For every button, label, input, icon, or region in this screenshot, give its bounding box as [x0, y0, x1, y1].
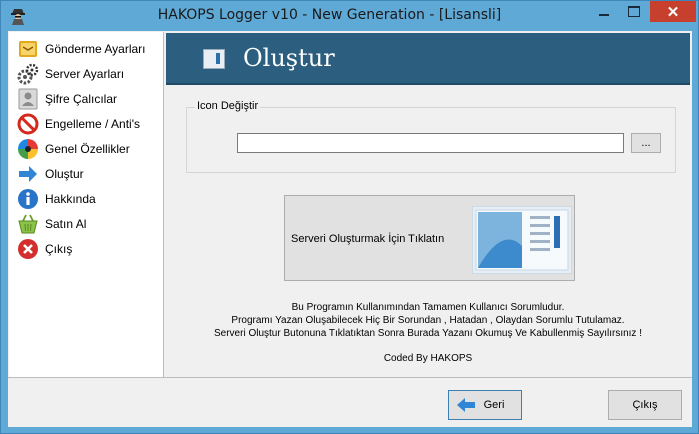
icon-path-input[interactable] [237, 133, 624, 153]
info-icon [18, 189, 38, 209]
title-bar[interactable]: HAKOPS Logger v10 - New Generation - [Li… [1, 1, 698, 31]
sidebar-item-label: Engelleme / Anti's [45, 117, 141, 131]
sidebar-item-label: Oluştur [45, 167, 84, 181]
icon-change-label: Icon Değiştir [195, 100, 261, 112]
sidebar-item-server-settings[interactable]: Server Ayarları [17, 62, 124, 86]
create-server-button[interactable]: Serveri Oluşturmak İçin Tıklatın [284, 195, 575, 281]
server-window-icon [472, 206, 572, 274]
create-server-label: Serveri Oluşturmak İçin Tıklatın [291, 233, 445, 245]
sidebar-item-blocking-anti[interactable]: Engelleme / Anti's [17, 112, 140, 136]
page-header: Oluştur [166, 33, 690, 85]
sidebar-item-label: Şifre Çalıcılar [45, 92, 118, 106]
disclaimer-line: Bu Programın Kullanımından Tamamen Kulla… [291, 302, 565, 313]
color-wheel-icon [18, 139, 38, 159]
sidebar-item-buy[interactable]: Satın Al [17, 212, 86, 236]
back-button[interactable]: Geri [448, 390, 522, 420]
send-settings-icon [19, 41, 37, 57]
sidebar-item-create[interactable]: Oluştur [17, 162, 84, 186]
browse-button[interactable]: ... [631, 133, 661, 153]
sidebar-item-label: Hakkında [45, 192, 96, 206]
gears-icon [17, 63, 39, 85]
create-page-icon [203, 49, 225, 69]
exit-button[interactable]: Çıkış [608, 390, 682, 420]
sidebar-item-label: Çıkış [45, 242, 73, 256]
credits-text: Coded By HAKOPS [383, 353, 473, 364]
disclaimer-text: Bu Programın Kullanımından Tamamen Kulla… [166, 301, 690, 340]
close-button[interactable]: ✕ [650, 1, 696, 22]
sidebar-item-label: Satın Al [45, 217, 87, 231]
sidebar-item-password-stealers[interactable]: Şifre Çalıcılar [17, 87, 117, 111]
disclaimer-line: Programı Yazan Oluşabilecek Hiç Bir Soru… [231, 315, 625, 326]
app-window: HAKOPS Logger v10 - New Generation - [Li… [0, 0, 699, 434]
footer-divider [8, 377, 692, 378]
sidebar-item-label: Genel Özellikler [45, 142, 130, 156]
sidebar-item-sending-settings[interactable]: Gönderme Ayarları [17, 37, 146, 61]
page-title: Oluştur [243, 44, 335, 72]
client-area: Gönderme Ayarları Server Ayarları Şifre … [8, 31, 692, 427]
sidebar-item-label: Server Ayarları [45, 67, 125, 81]
back-button-label: Geri [483, 399, 505, 411]
sidebar-item-about[interactable]: Hakkında [17, 187, 96, 211]
maximize-button[interactable] [621, 1, 647, 22]
basket-icon [18, 214, 38, 234]
sidebar-item-general-features[interactable]: Genel Özellikler [17, 137, 130, 161]
close-circle-icon [18, 239, 38, 259]
sidebar: Gönderme Ayarları Server Ayarları Şifre … [9, 32, 164, 377]
prohibited-icon [17, 113, 39, 135]
minimize-button[interactable] [591, 1, 617, 22]
arrow-left-icon [457, 398, 475, 412]
user-card-icon [18, 88, 38, 110]
sidebar-item-label: Gönderme Ayarları [45, 42, 146, 56]
sidebar-item-exit[interactable]: Çıkış [17, 237, 72, 261]
arrow-right-icon [19, 166, 37, 182]
disclaimer-line: Serveri Oluştur Butonuna Tıklatıktan Son… [214, 328, 642, 339]
